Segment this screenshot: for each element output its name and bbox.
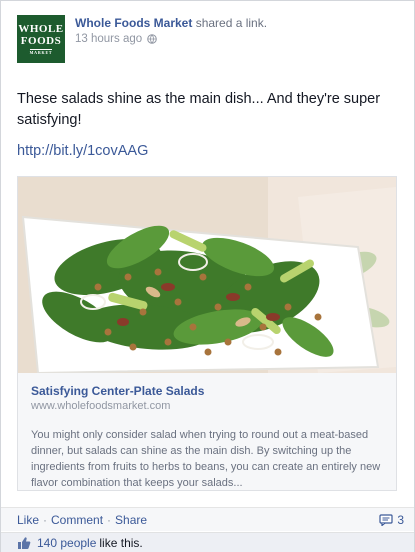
post-byline: Whole Foods Market shared a link. <box>75 16 267 30</box>
post-action-text: shared a link. <box>195 16 268 30</box>
link-attachment[interactable]: Satisfying Center-Plate Salads www.whole… <box>17 176 397 491</box>
likes-count-link[interactable]: 140 people <box>37 536 96 550</box>
page-name-link[interactable]: Whole Foods Market <box>75 16 192 30</box>
comment-button[interactable]: Comment <box>51 513 103 527</box>
post-meta: Whole Foods Market shared a link. 13 hou… <box>75 16 267 63</box>
facebook-post-card: WHOLE FOODS MARKET Whole Foods Market sh… <box>0 0 415 552</box>
post-header: WHOLE FOODS MARKET Whole Foods Market sh… <box>17 15 267 63</box>
like-button[interactable]: Like <box>17 513 39 527</box>
post-message: These salads shine as the main dish... A… <box>17 91 381 128</box>
post-link[interactable]: http://bit.ly/1covAAG <box>17 143 148 159</box>
share-button[interactable]: Share <box>115 513 147 527</box>
logo-word-1: WHOLE <box>18 22 64 35</box>
attachment-image[interactable] <box>18 177 396 373</box>
globe-icon[interactable] <box>147 34 157 44</box>
likes-suffix: like this. <box>99 536 143 550</box>
page-logo[interactable]: WHOLE FOODS MARKET <box>17 15 65 63</box>
comment-count: 3 <box>397 513 404 527</box>
post-timestamp-row: 13 hours ago <box>75 33 267 45</box>
action-separator: · <box>107 512 112 527</box>
likes-bar: 140 people like this. <box>1 532 414 552</box>
attachment-description: You might only consider salad when tryin… <box>31 429 381 489</box>
thumbs-up-icon <box>18 537 31 549</box>
comment-bubble-icon <box>379 514 393 526</box>
post-actions-bar: Like · Comment · Share 3 <box>1 507 414 531</box>
attachment-domain: www.wholefoodsmarket.com <box>31 400 171 412</box>
action-separator: · <box>43 512 48 527</box>
logo-word-3: MARKET <box>29 48 53 55</box>
logo-word-2: FOODS <box>20 34 62 47</box>
attachment-title[interactable]: Satisfying Center-Plate Salads <box>31 384 204 398</box>
post-timestamp[interactable]: 13 hours ago <box>75 33 142 45</box>
comments-count-link[interactable]: 3 <box>379 513 404 527</box>
